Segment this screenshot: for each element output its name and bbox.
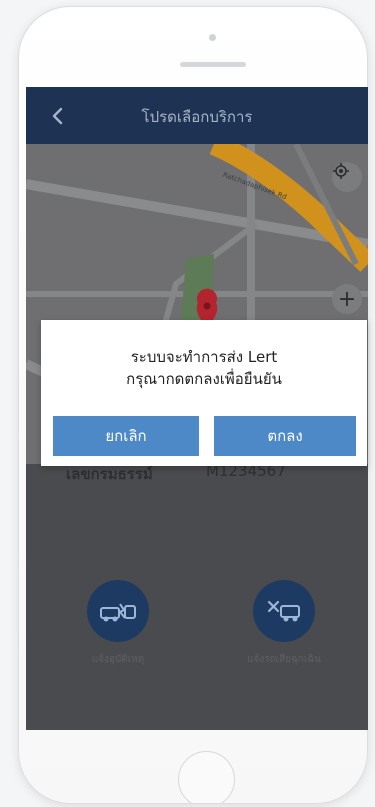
camera-dot [209, 34, 216, 41]
chevron-left-icon [52, 107, 63, 125]
dialog-line-1: ระบบจะทำการส่ง Lert [130, 348, 278, 366]
crosshair-icon [333, 163, 349, 179]
speaker-grill [180, 62, 246, 67]
cancel-button[interactable]: ยกเลิก [53, 416, 199, 456]
ok-button[interactable]: ตกลง [214, 416, 356, 456]
dialog-message: ระบบจะทำการส่ง Lert กรุณากดตกลงเพื่อยืนย… [41, 346, 367, 390]
service-accident-label: แจ้งอุบัติเหตุ [91, 654, 145, 665]
page-title: โปรดเลือกบริการ [141, 108, 253, 126]
locate-button[interactable] [332, 162, 362, 192]
zoom-in-button[interactable]: + [332, 284, 362, 314]
service-breakdown-label: แจ้งรถเสียฉุกเฉิน [247, 654, 321, 665]
service-accident[interactable]: แจ้งอุบัติเหตุ [58, 580, 178, 667]
car-crash-icon [87, 580, 149, 642]
back-button[interactable] [42, 101, 72, 131]
policy-info-row: เลขกรมธรรม์ M1234567 [26, 462, 368, 492]
car-repair-icon [253, 580, 315, 642]
zoom-in-label: + [337, 286, 357, 312]
confirm-dialog: ระบบจะทำการส่ง Lert กรุณากดตกลงเพื่อยืนย… [41, 320, 367, 466]
home-button[interactable] [178, 751, 235, 803]
dialog-line-2: กรุณากดตกลงเพื่อยืนยัน [126, 370, 282, 388]
nav-bar: โปรดเลือกบริการ [26, 87, 368, 144]
service-breakdown[interactable]: แจ้งรถเสียฉุกเฉิน [224, 580, 344, 667]
